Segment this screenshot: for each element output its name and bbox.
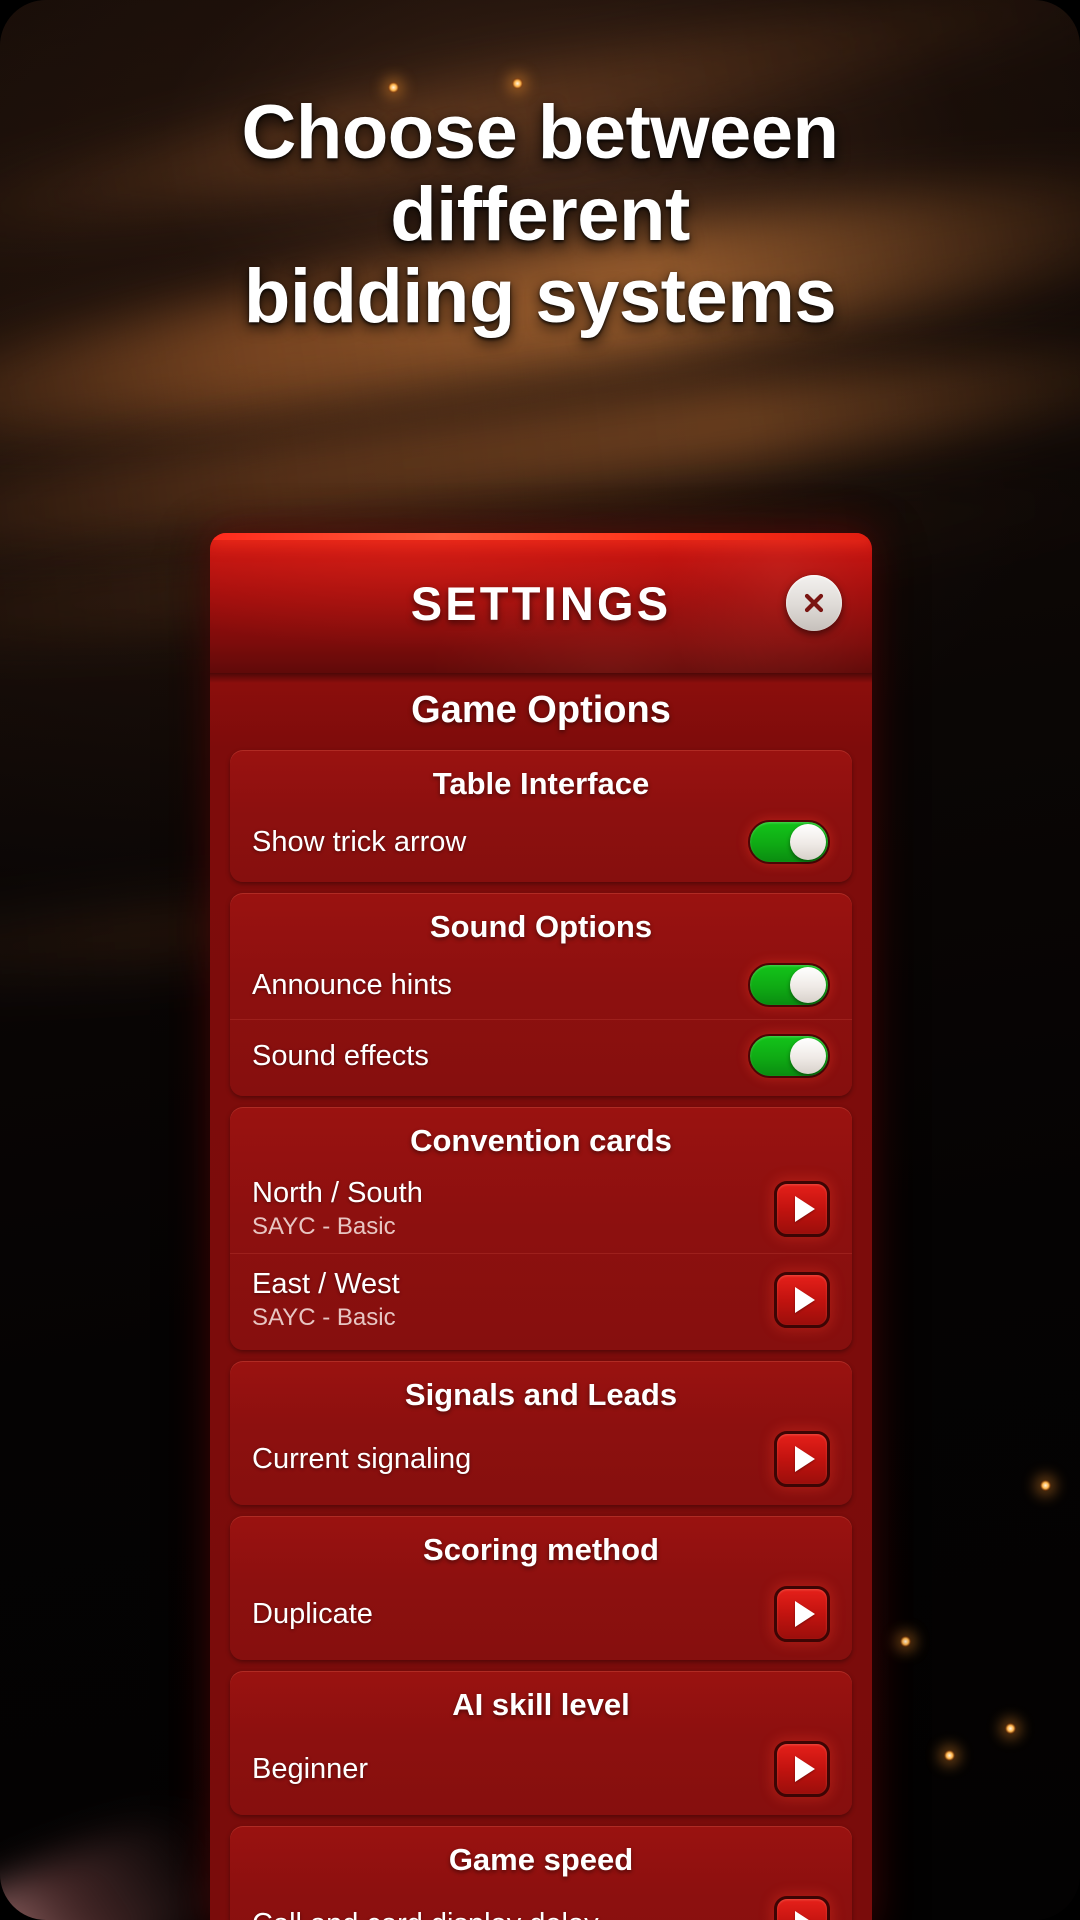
row-label: Sound effects — [252, 1039, 429, 1072]
page-title: SETTINGS — [410, 576, 672, 630]
play-triangle-icon — [794, 1911, 815, 1920]
chevron-right-button[interactable] — [774, 1896, 830, 1920]
card-title: AI skill level — [452, 1687, 630, 1722]
toggle-knob — [790, 967, 826, 1003]
sparkle-icon — [1005, 1723, 1016, 1734]
sparkle-icon — [1040, 1480, 1051, 1491]
play-triangle-icon — [794, 1287, 815, 1313]
card-title: Scoring method — [423, 1532, 659, 1567]
row-label: Call and card display delay — [252, 1908, 599, 1920]
chevron-right-button[interactable] — [774, 1181, 830, 1237]
section-title-game-options: Game Options — [411, 689, 671, 731]
settings-card: Sound Options Announce hints Sound effects — [230, 893, 852, 1096]
row-subtitle: SAYC - Basic — [252, 1213, 396, 1240]
sparkle-icon — [944, 1750, 955, 1761]
row-text-group: Show trick arrow — [252, 826, 466, 859]
settings-card-list: Table Interface Show trick arrow Sound Opt… — [210, 750, 872, 1920]
row-label: Beginner — [252, 1752, 369, 1785]
card-title: Signals and Leads — [404, 1377, 678, 1412]
settings-card: Game speed Call and card display delay — [230, 1826, 852, 1920]
row-text-group: Sound effects — [252, 1040, 429, 1073]
headline-line-3: bidding systems — [243, 254, 837, 340]
toggle-switch[interactable] — [748, 1034, 830, 1078]
headline-line-2: different — [390, 172, 690, 258]
settings-card: Table Interface Show trick arrow — [230, 750, 852, 882]
headline-line-1: Choose between — [241, 90, 839, 175]
row-text-group: Call and card display delay — [252, 1908, 599, 1920]
settings-row[interactable]: North / South SAYC - Basic — [230, 1169, 852, 1253]
settings-row[interactable]: Show trick arrow — [230, 812, 852, 876]
play-triangle-icon — [794, 1601, 815, 1627]
row-label: Show trick arrow — [252, 825, 467, 858]
row-label: Announce hints — [252, 968, 452, 1001]
row-text-group: Beginner — [252, 1753, 368, 1786]
row-text-group: Announce hints — [252, 969, 452, 1002]
chevron-right-button[interactable] — [774, 1586, 830, 1642]
row-label: Current signaling — [252, 1442, 472, 1475]
sparkle-icon — [900, 1636, 911, 1647]
card-title: Table Interface — [432, 766, 650, 801]
panel-top-glow — [210, 533, 872, 540]
settings-body[interactable]: Game Options Table Interface Show trick a… — [210, 673, 872, 1920]
play-triangle-icon — [794, 1196, 815, 1222]
play-triangle-icon — [794, 1756, 815, 1782]
toggle-knob — [790, 1038, 826, 1074]
row-text-group: Duplicate — [252, 1598, 373, 1631]
settings-row[interactable]: Call and card display delay — [230, 1888, 852, 1920]
settings-row[interactable]: Current signaling — [230, 1423, 852, 1499]
promo-screenshot: Choose between different bidding systems… — [0, 0, 1080, 1920]
card-title: Convention cards — [410, 1123, 672, 1158]
settings-row[interactable]: East / West SAYC - Basic — [230, 1253, 852, 1344]
chevron-right-button[interactable] — [774, 1272, 830, 1328]
row-text-group: North / South SAYC - Basic — [252, 1177, 423, 1241]
row-label: North / South — [252, 1177, 423, 1209]
close-icon — [804, 593, 824, 613]
row-label: East / West — [252, 1268, 400, 1300]
settings-card: Scoring method Duplicate — [230, 1516, 852, 1660]
settings-row[interactable]: Sound effects — [230, 1019, 852, 1090]
row-text-group: East / West SAYC - Basic — [252, 1268, 400, 1332]
settings-row[interactable]: Duplicate — [230, 1578, 852, 1654]
play-triangle-icon — [794, 1446, 815, 1472]
settings-row[interactable]: Announce hints — [230, 955, 852, 1019]
settings-panel: SETTINGS Game Options Table Interface Sho… — [210, 533, 872, 1920]
settings-header: SETTINGS — [210, 533, 872, 673]
chevron-right-button[interactable] — [774, 1431, 830, 1487]
settings-card: Convention cards North / South SAYC - Basi… — [230, 1107, 852, 1350]
toggle-switch[interactable] — [748, 963, 830, 1007]
row-label: Duplicate — [252, 1597, 373, 1630]
card-title: Sound Options — [429, 909, 653, 944]
chevron-right-button[interactable] — [774, 1741, 830, 1797]
row-subtitle: SAYC - Basic — [252, 1304, 396, 1331]
row-text-group: Current signaling — [252, 1443, 471, 1476]
toggle-switch[interactable] — [748, 820, 830, 864]
settings-card: AI skill level Beginner — [230, 1671, 852, 1815]
sparkle-icon — [512, 78, 523, 89]
card-title: Game speed — [448, 1842, 634, 1877]
toggle-knob — [790, 824, 826, 860]
settings-card: Signals and Leads Current signaling — [230, 1361, 852, 1505]
close-button[interactable] — [786, 575, 842, 631]
headline: Choose between different bidding systems — [0, 90, 1080, 340]
settings-row[interactable]: Beginner — [230, 1733, 852, 1809]
